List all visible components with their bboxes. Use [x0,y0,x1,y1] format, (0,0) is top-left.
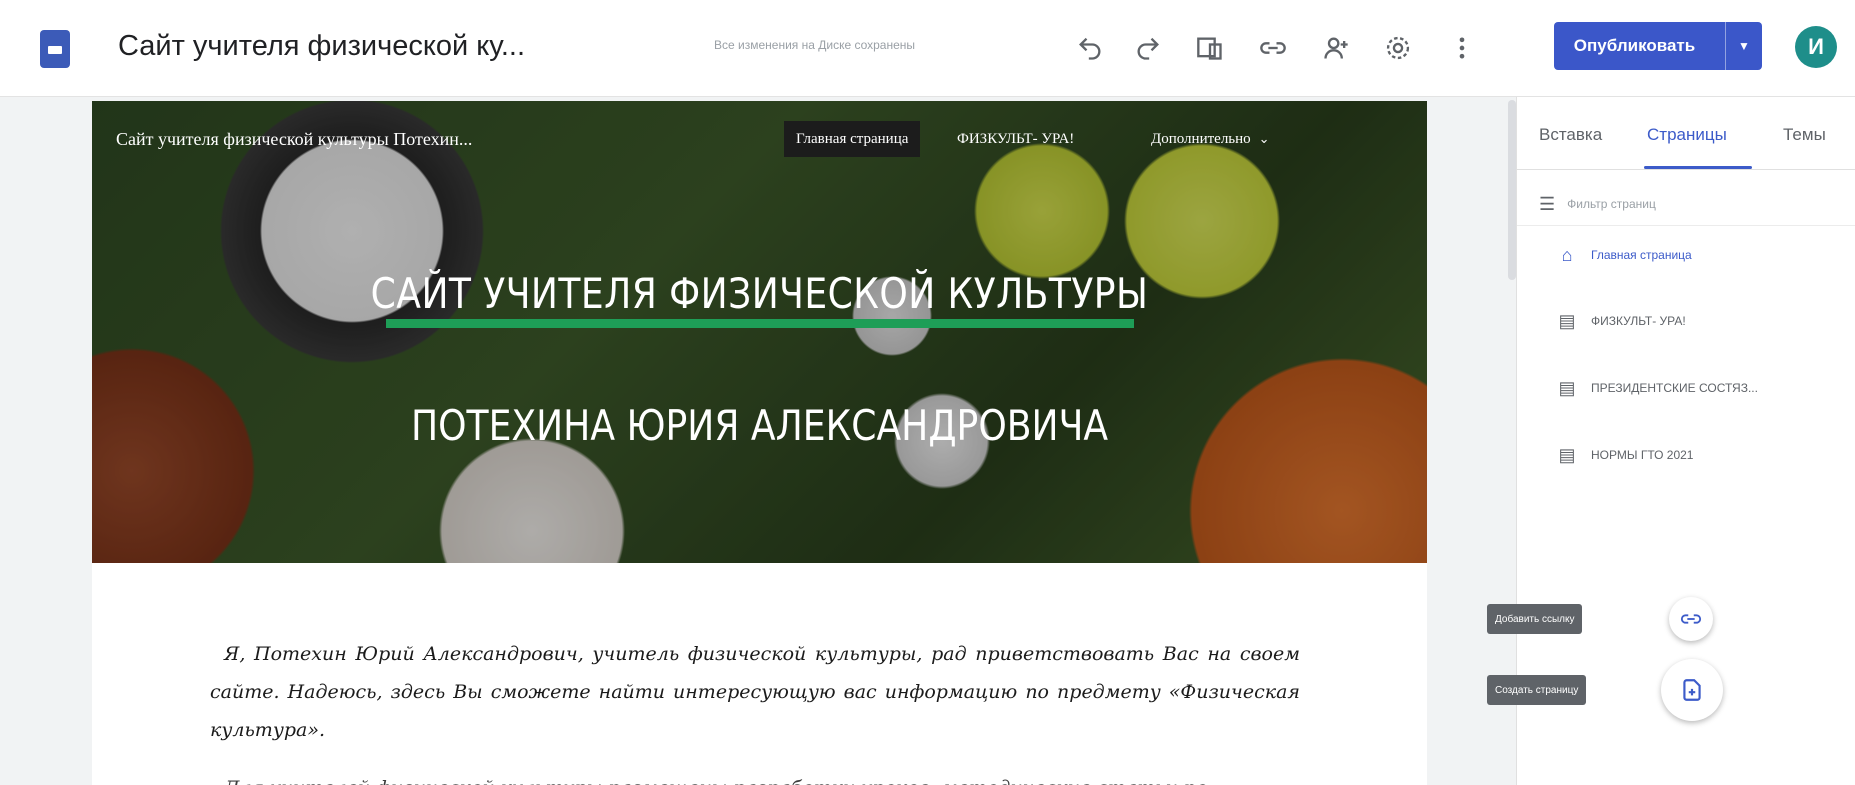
page-item-presidential[interactable]: ▤ ПРЕЗИДЕНТСКИЕ СОСТЯЗ... [1557,372,1758,404]
settings-icon[interactable] [1380,30,1416,66]
nav-home[interactable]: Главная страница [784,121,921,157]
site-title-field[interactable]: Сайт учителя физической ку... [118,30,525,63]
nav-fizkult[interactable]: ФИЗКУЛЬТ- УРА! [957,121,1074,157]
page-icon: ▤ [1558,377,1576,398]
page-item-home[interactable]: ⌂ Главная страница [1557,239,1692,271]
avatar[interactable]: И [1795,26,1837,68]
save-status: Все изменения на Диске сохранены [714,38,916,52]
page-item-label: НОРМЫ ГТО 2021 [1591,448,1694,462]
filter-icon: ☰ [1539,193,1556,214]
publish-button[interactable]: Опубликовать ▼ [1554,22,1762,70]
page-item-label: Главная страница [1591,248,1692,262]
page-icon: ▤ [1558,310,1576,331]
share-icon[interactable] [1318,30,1354,66]
tab-themes[interactable]: Темы [1783,125,1826,145]
link-icon[interactable] [1255,30,1291,66]
page-icon: ▤ [1558,444,1576,465]
tab-pages[interactable]: Страницы [1647,125,1727,145]
site-name[interactable]: Сайт учителя физической культуры Потехин… [116,129,472,150]
chevron-down-icon[interactable]: ▼ [1725,22,1762,70]
page-item-fizkult[interactable]: ▤ ФИЗКУЛЬТ- УРА! [1557,305,1686,337]
intro-paragraph-2[interactable]: Для учителей физической культуры размеще… [210,769,1300,785]
chevron-down-icon: ⌄ [1258,131,1270,146]
add-link-fab[interactable] [1669,597,1713,641]
publish-label: Опубликовать [1573,36,1696,55]
redo-icon[interactable] [1130,30,1166,66]
new-page-icon [1683,679,1701,701]
canvas-scrollbar[interactable] [1508,100,1516,280]
page-filter[interactable]: ☰ Фильтр страниц [1539,189,1656,219]
undo-icon[interactable] [1072,30,1108,66]
hero-title-line-2[interactable]: ПОТЕХИНА ЮРИЯ АЛЕКСАНДРОВИЧА [185,401,1333,450]
right-panel: Вставка Страницы Темы ☰ Фильтр страниц ⌂… [1487,97,1855,785]
page-item-label: ПРЕЗИДЕНТСКИЕ СОСТЯЗ... [1591,381,1758,395]
filter-placeholder: Фильтр страниц [1567,197,1656,211]
page-item-label: ФИЗКУЛЬТ- УРА! [1591,314,1686,328]
google-sites-logo-icon[interactable] [40,30,70,68]
more-vert-icon[interactable] [1444,30,1480,66]
site-page-preview[interactable]: Сайт учителя физической культуры Потехин… [92,101,1427,785]
create-page-fab[interactable] [1661,659,1723,721]
intro-paragraph[interactable]: Я, Потехин Юрий Александрович, учитель ф… [210,635,1300,749]
hero-divider [386,319,1134,328]
editor-canvas: Сайт учителя физической культуры Потехин… [0,97,1510,785]
top-bar: Сайт учителя физической ку... Все измене… [0,0,1855,97]
tooltip-create-page: Создать страницу [1487,675,1587,705]
link-icon [1680,614,1702,624]
tooltip-add-link: Добавить ссылку [1487,604,1583,634]
nav-more[interactable]: Дополнительно ⌄ [1151,121,1270,157]
page-item-gto[interactable]: ▤ НОРМЫ ГТО 2021 [1557,439,1693,471]
tab-insert[interactable]: Вставка [1539,125,1602,145]
preview-icon[interactable] [1192,30,1228,66]
nav-more-label: Дополнительно [1151,130,1251,147]
home-icon: ⌂ [1561,244,1573,265]
hero-title-line-1[interactable]: САЙТ УЧИТЕЛЯ ФИЗИЧЕСКОЙ КУЛЬТУРЫ [185,269,1333,318]
header-banner-image[interactable]: Сайт учителя физической культуры Потехин… [92,101,1427,563]
